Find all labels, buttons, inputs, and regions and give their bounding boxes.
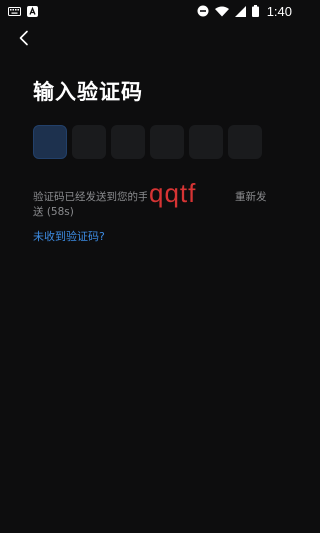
battery-icon xyxy=(251,5,259,17)
verification-code-input[interactable] xyxy=(33,125,262,159)
status-left xyxy=(8,5,38,17)
code-digit-box[interactable] xyxy=(228,125,262,159)
back-button[interactable] xyxy=(12,28,36,52)
overlay-text: qqtf xyxy=(147,178,199,208)
chevron-left-icon xyxy=(17,30,31,50)
wifi-icon xyxy=(214,6,229,17)
resend-button[interactable]: 重新发 xyxy=(235,190,267,205)
signal-icon xyxy=(234,5,246,17)
code-digit-box[interactable] xyxy=(111,125,145,159)
sent-message: 验证码已经发送到您的手机 送 (58s) xyxy=(33,190,233,220)
not-received-link[interactable]: 未收到验证码? xyxy=(33,228,105,244)
verification-screen: 1:40 输入验证码 验证码已经发送到您的手机 送 (58s) 重新发 qqtf… xyxy=(0,0,300,533)
code-digit-box[interactable] xyxy=(150,125,184,159)
keyboard-icon xyxy=(8,6,21,16)
status-right: 1:40 xyxy=(197,4,292,19)
page-title: 输入验证码 xyxy=(33,80,143,104)
do-not-disturb-icon xyxy=(197,5,209,17)
code-digit-box[interactable] xyxy=(189,125,223,159)
app-a-icon xyxy=(27,5,38,17)
code-digit-box[interactable] xyxy=(33,125,67,159)
status-bar: 1:40 xyxy=(0,0,300,22)
code-digit-box[interactable] xyxy=(72,125,106,159)
countdown-text: 送 (58s) xyxy=(33,206,74,218)
status-time: 1:40 xyxy=(266,3,292,19)
sent-message-text: 验证码已经发送到您的手机 xyxy=(33,191,159,203)
